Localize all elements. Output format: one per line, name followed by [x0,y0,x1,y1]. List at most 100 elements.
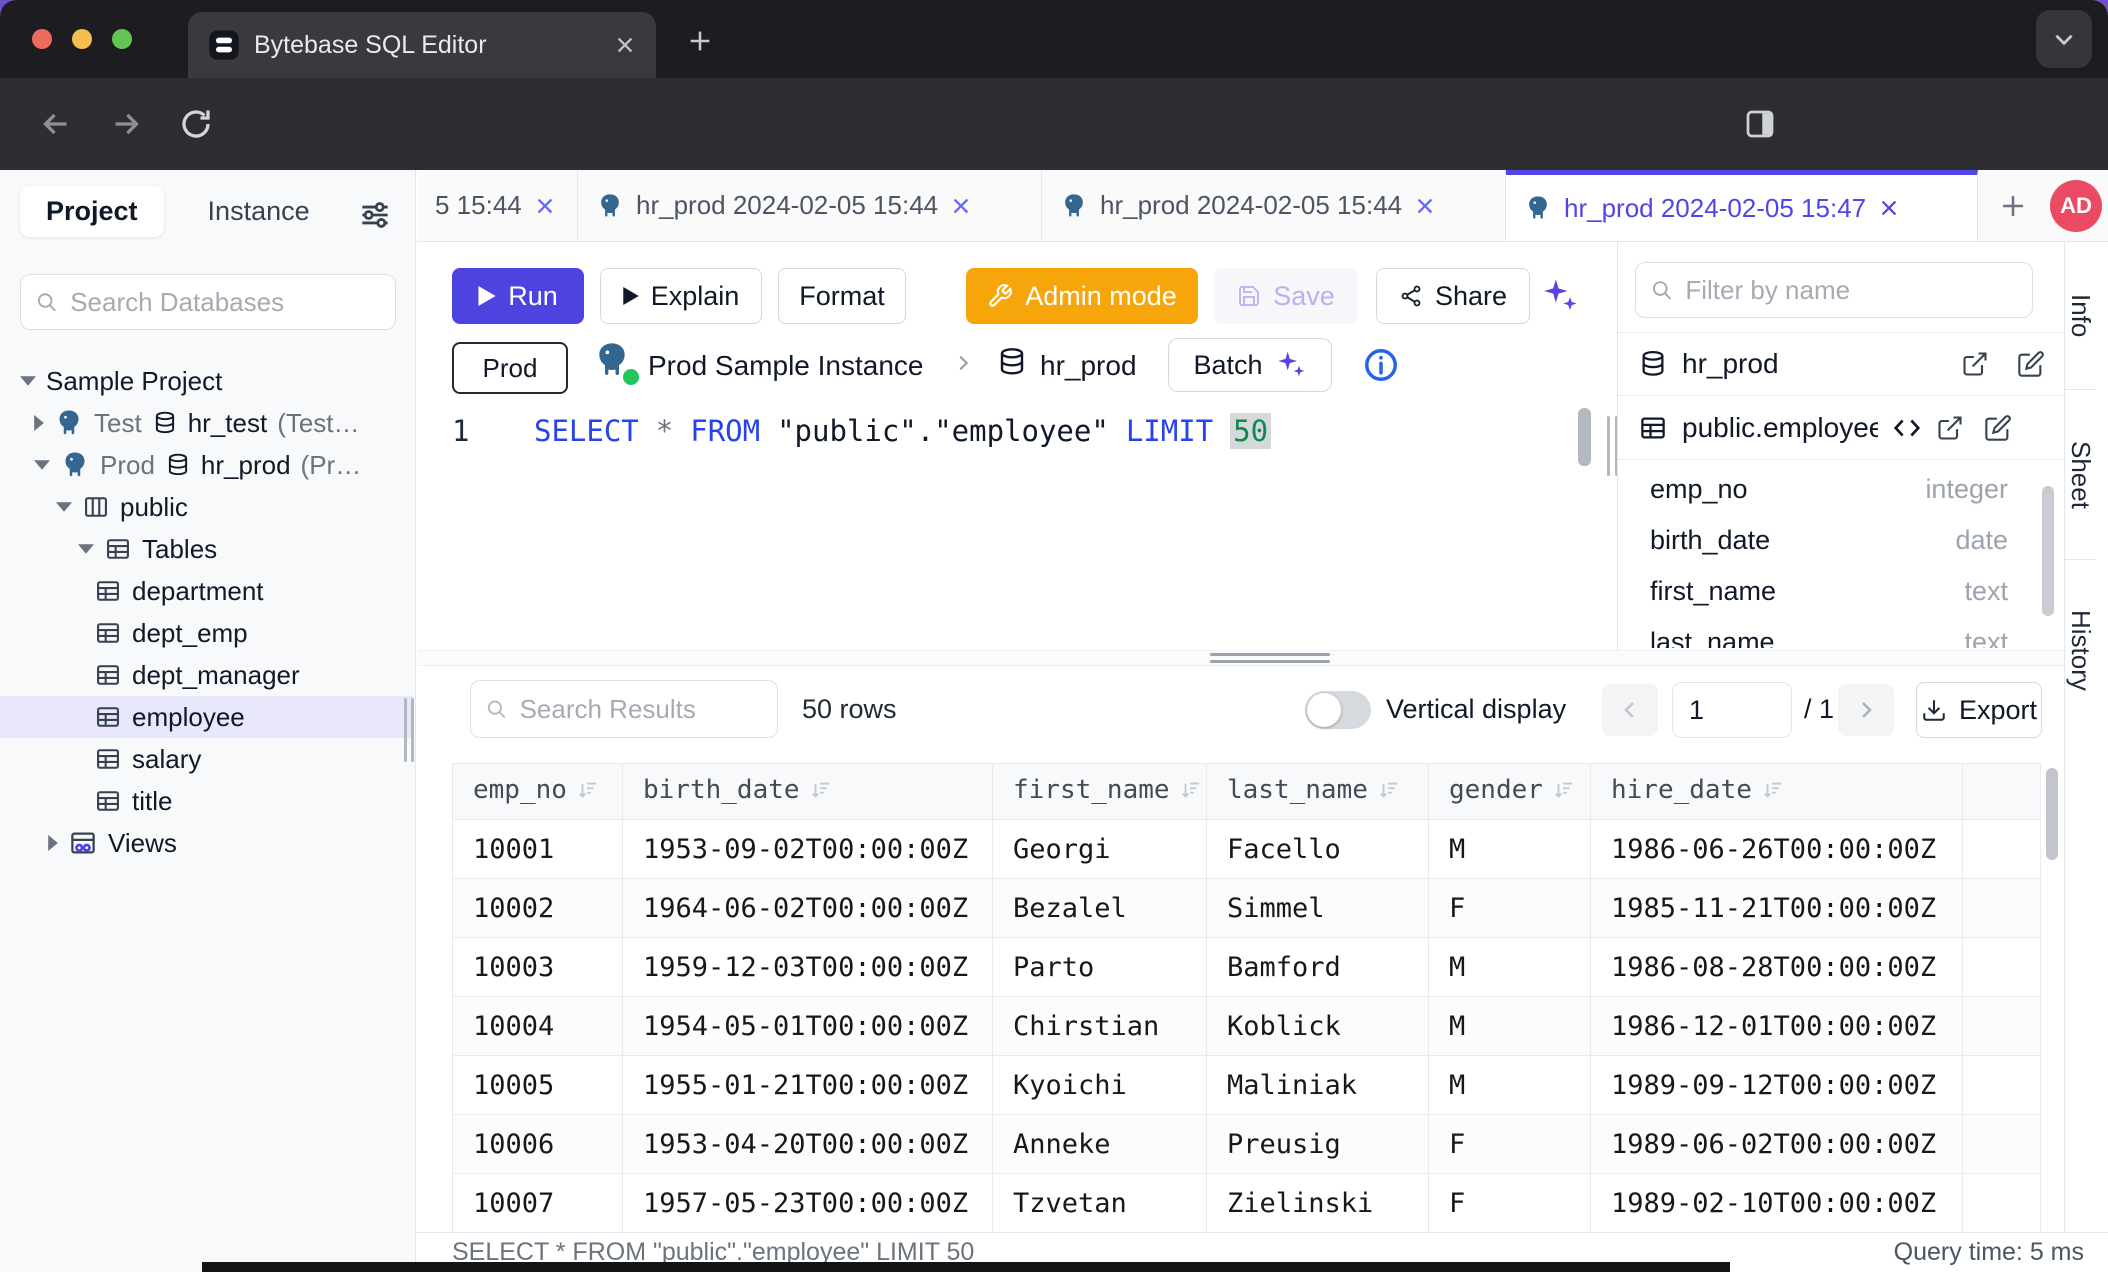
admin-mode-button[interactable]: Admin mode [966,268,1198,324]
horizontal-splitter[interactable] [417,650,2064,666]
table-row[interactable]: 100061953-04-20T00:00:00ZAnnekePreusigF1… [453,1115,2041,1174]
cell[interactable]: 1989-02-10T00:00:00Z [1591,1174,1963,1233]
tree-item-table-department[interactable]: department [0,570,413,612]
tab-instance[interactable]: Instance [208,196,310,227]
sidebar-resize-handle[interactable] [402,698,416,762]
panel-table-row[interactable]: public.employee [1618,396,2065,460]
editor-tab-2[interactable]: hr_prod 2024-02-05 15:44 [578,170,1042,241]
format-button[interactable]: Format [778,268,906,324]
explain-button[interactable]: Explain [600,268,762,324]
cell[interactable]: 10006 [453,1115,623,1174]
table-row[interactable]: 100021964-06-02T00:00:00ZBezalelSimmelF1… [453,879,2041,938]
cell[interactable]: 1964-06-02T00:00:00Z [623,879,993,938]
cell[interactable]: 1986-12-01T00:00:00Z [1591,997,1963,1056]
avatar[interactable]: AD [2050,180,2102,232]
column-header[interactable]: last_name [1207,764,1429,820]
cell[interactable]: 1957-05-23T00:00:00Z [623,1174,993,1233]
tree-item-table-salary[interactable]: salary [0,738,413,780]
table-row[interactable]: 100011953-09-02T00:00:00ZGeorgiFacelloM1… [453,820,2041,879]
info-circle-icon[interactable] [1362,346,1400,389]
macos-close-button[interactable] [32,29,52,49]
cell[interactable]: 1954-05-01T00:00:00Z [623,997,993,1056]
column-header[interactable]: emp_no [453,764,623,820]
batch-button[interactable]: Batch [1168,338,1332,392]
close-icon[interactable] [1414,195,1436,217]
editor-tab-1[interactable]: 5 15:44 [417,170,578,241]
tree-item-hr-prod[interactable]: Prod hr_prod (Pr… [0,444,413,486]
cell[interactable]: Maliniak [1207,1056,1429,1115]
external-link-icon[interactable] [1961,350,1989,378]
tree-item-table-title[interactable]: title [0,780,413,822]
cell[interactable]: M [1429,820,1591,879]
cell[interactable]: 1955-01-21T00:00:00Z [623,1056,993,1115]
tree-item-sample-project[interactable]: Sample Project [0,360,413,402]
tree-item-hr-test[interactable]: Test hr_test (Test… [0,402,413,444]
external-link-icon[interactable] [1936,414,1964,442]
prev-page-button[interactable] [1602,684,1658,736]
cell[interactable]: 10001 [453,820,623,879]
tree-item-table-employee[interactable]: employee [0,696,413,738]
column-row[interactable]: first_name text [1618,566,2038,617]
share-button[interactable]: Share [1376,268,1530,324]
cell[interactable]: M [1429,1056,1591,1115]
tree-item-table-dept-emp[interactable]: dept_emp [0,612,413,654]
cell[interactable]: Parto [993,938,1207,997]
editor-tab-4-active[interactable]: hr_prod 2024-02-05 15:47 [1506,170,1978,241]
reload-icon[interactable] [178,106,214,147]
close-icon[interactable] [534,195,556,217]
cell[interactable]: F [1429,879,1591,938]
cell[interactable]: Bezalel [993,879,1207,938]
edit-icon[interactable] [2017,350,2045,378]
cell[interactable]: F [1429,1115,1591,1174]
back-icon[interactable] [38,106,74,147]
cell[interactable]: 1959-12-03T00:00:00Z [623,938,993,997]
sort-icon[interactable] [577,778,599,808]
table-row[interactable]: 100041954-05-01T00:00:00ZChirstianKoblic… [453,997,2041,1056]
column-header[interactable]: gender [1429,764,1591,820]
side-panel-icon[interactable] [1742,106,1778,147]
sort-icon[interactable] [1762,778,1784,808]
cell[interactable]: 10003 [453,938,623,997]
cell[interactable]: Anneke [993,1115,1207,1174]
breadcrumb-database[interactable]: hr_prod [1040,350,1137,382]
save-button[interactable]: Save [1214,268,1358,324]
tab-project[interactable]: Project [20,186,164,237]
rail-tab-sheet[interactable]: Sheet [2065,390,2096,560]
rail-tab-history[interactable]: History [2065,560,2096,740]
cell[interactable]: Simmel [1207,879,1429,938]
table-row[interactable]: 100051955-01-21T00:00:00ZKyoichiMaliniak… [453,1056,2041,1115]
tree-item-table-dept-manager[interactable]: dept_manager [0,654,413,696]
forward-icon[interactable] [108,106,144,147]
cell[interactable]: F [1429,1174,1591,1233]
vertical-display-toggle[interactable] [1305,691,1371,729]
cell[interactable]: Kyoichi [993,1056,1207,1115]
sort-icon[interactable] [1180,778,1202,808]
cell[interactable]: 10004 [453,997,623,1056]
cell[interactable]: 1989-06-02T00:00:00Z [1591,1115,1963,1174]
breadcrumb-instance[interactable]: Prod Sample Instance [648,350,924,382]
table-row[interactable]: 100031959-12-03T00:00:00ZPartoBamfordM19… [453,938,2041,997]
column-header[interactable]: hire_date [1591,764,1963,820]
cell[interactable]: 10005 [453,1056,623,1115]
panel-database-row[interactable]: hr_prod [1618,332,2065,396]
schema-filter[interactable] [1635,262,2033,318]
page-number-input[interactable] [1687,694,1777,727]
tree-item-views[interactable]: Views [0,822,413,864]
page-number-box[interactable] [1672,682,1792,738]
tree-item-tables[interactable]: Tables [0,528,413,570]
cell[interactable]: 10007 [453,1174,623,1233]
new-tab-button[interactable] [686,27,714,60]
sql-editor-line[interactable]: 1 SELECT*FROM"public"."employee"LIMIT50 [452,414,1592,454]
cell[interactable]: M [1429,997,1591,1056]
run-button[interactable]: Run [452,268,584,324]
sort-icon[interactable] [810,778,832,808]
macos-zoom-button[interactable] [112,29,132,49]
sort-icon[interactable] [1378,778,1400,808]
database-search-input[interactable] [68,286,381,319]
browser-tab-close-icon[interactable] [614,34,636,56]
cell[interactable]: Chirstian [993,997,1207,1056]
cell[interactable]: 1986-08-28T00:00:00Z [1591,938,1963,997]
tree-item-schema-public[interactable]: public [0,486,413,528]
cell[interactable]: Tzvetan [993,1174,1207,1233]
column-row[interactable]: emp_no integer [1618,464,2038,515]
